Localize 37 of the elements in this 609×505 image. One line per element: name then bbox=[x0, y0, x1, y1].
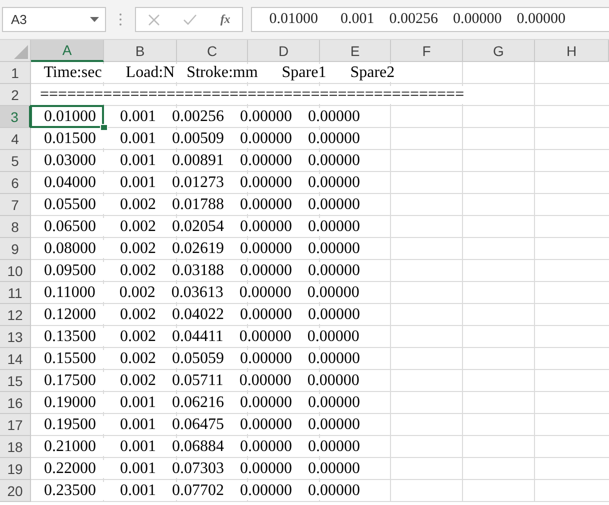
row-header[interactable]: 9 bbox=[0, 238, 31, 260]
triangle-icon bbox=[14, 45, 28, 59]
row-header[interactable]: 13 bbox=[0, 326, 31, 348]
column-header[interactable]: E bbox=[320, 40, 391, 62]
row-header[interactable]: 5 bbox=[0, 150, 31, 172]
select-all-button[interactable] bbox=[0, 40, 31, 62]
cancel-icon[interactable] bbox=[148, 14, 160, 26]
column-header[interactable]: D bbox=[248, 40, 320, 62]
row-header[interactable]: 12 bbox=[0, 304, 31, 326]
row-header[interactable]: 6 bbox=[0, 172, 31, 194]
formula-bar[interactable]: 0.01000 0.001 0.00256 0.00000 0.00000 bbox=[251, 7, 609, 32]
insert-function-button[interactable]: fx bbox=[220, 12, 230, 27]
caret-icon bbox=[90, 17, 99, 22]
column-header[interactable]: C bbox=[177, 40, 248, 62]
column-header[interactable]: A bbox=[31, 40, 104, 62]
row-header[interactable]: 8 bbox=[0, 216, 31, 238]
column-header[interactable]: G bbox=[463, 40, 535, 62]
check-icon[interactable] bbox=[182, 14, 197, 26]
row-header[interactable]: 16 bbox=[0, 392, 31, 414]
row-header[interactable]: 19 bbox=[0, 458, 31, 480]
row-header[interactable]: 7 bbox=[0, 194, 31, 216]
more-options-icon[interactable] bbox=[119, 13, 122, 26]
row-header[interactable]: 20 bbox=[0, 480, 31, 502]
row-header[interactable]: 10 bbox=[0, 260, 31, 282]
row-header[interactable]: 4 bbox=[0, 128, 31, 150]
column-header[interactable]: B bbox=[104, 40, 177, 62]
row-header[interactable]: 11 bbox=[0, 282, 31, 304]
row-header[interactable]: 3 bbox=[0, 106, 31, 128]
row-header[interactable]: 18 bbox=[0, 436, 31, 458]
name-box[interactable]: A3 bbox=[2, 7, 106, 32]
column-header[interactable]: F bbox=[391, 40, 463, 62]
row-header[interactable]: 1 bbox=[0, 62, 31, 84]
row-header[interactable]: 15 bbox=[0, 370, 31, 392]
row-header[interactable]: 2 bbox=[0, 84, 31, 106]
row-header[interactable]: 14 bbox=[0, 348, 31, 370]
row-header[interactable]: 17 bbox=[0, 414, 31, 436]
column-header[interactable]: H bbox=[535, 40, 609, 62]
